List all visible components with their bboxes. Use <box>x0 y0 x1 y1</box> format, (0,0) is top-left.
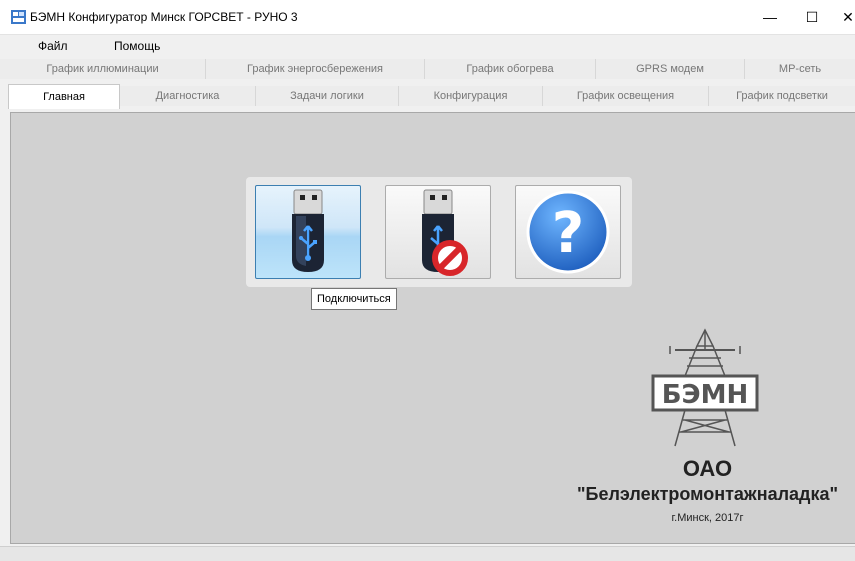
usb-drive-blocked-icon <box>422 189 468 276</box>
tab-illumination-schedule[interactable]: График иллюминации <box>0 59 206 79</box>
menu-file[interactable]: Файл <box>38 39 68 53</box>
tab-row-top: График иллюминации График энергосбережен… <box>0 57 855 79</box>
disconnect-button[interactable] <box>385 185 491 279</box>
status-bar <box>0 546 855 561</box>
logo-text: БЭМН <box>662 380 749 410</box>
tab-logic-tasks[interactable]: Задачи логики <box>256 86 399 106</box>
connect-tooltip: Подключиться <box>311 288 397 310</box>
question-mark-icon: ? <box>526 190 610 274</box>
title-bar: БЭМН Конфигуратор Минск ГОРСВЕТ - РУНО 3… <box>0 0 855 34</box>
tab-mr-network[interactable]: МР-сеть <box>745 59 855 79</box>
help-button[interactable]: ? <box>515 185 621 279</box>
tab-energy-saving-schedule[interactable]: График энергосбережения <box>206 59 425 79</box>
tab-row-bottom: Главная Диагностика Задачи логики Конфиг… <box>0 84 855 112</box>
maximize-button[interactable]: ☐ <box>792 0 832 34</box>
close-button[interactable]: ✕ <box>828 0 855 34</box>
tab-main[interactable]: Главная <box>8 84 120 109</box>
svg-text:?: ? <box>552 201 584 266</box>
company-logo: БЭМН <box>651 328 759 447</box>
usb-drive-icon <box>292 189 324 272</box>
minimize-button[interactable]: — <box>750 0 790 34</box>
connect-button[interactable] <box>255 185 361 279</box>
menu-bar: Файл Помощь <box>0 34 855 57</box>
tab-gprs-modem[interactable]: GPRS модем <box>596 59 745 79</box>
menu-help[interactable]: Помощь <box>114 39 160 53</box>
org-place: г.Минск, 2017г <box>671 512 744 524</box>
tab-configuration[interactable]: Конфигурация <box>399 86 543 106</box>
tab-backlight-schedule[interactable]: График подсветки <box>709 86 855 106</box>
tab-lighting-schedule[interactable]: График освещения <box>543 86 709 106</box>
window-title: БЭМН Конфигуратор Минск ГОРСВЕТ - РУНО 3 <box>30 10 298 24</box>
org-type: ОАО <box>682 456 733 481</box>
app-icon <box>11 10 26 24</box>
org-name: "Белэлектромонтажналадка" <box>576 484 839 504</box>
tab-heating-schedule[interactable]: График обогрева <box>425 59 596 79</box>
tab-diagnostics[interactable]: Диагностика <box>120 86 256 106</box>
